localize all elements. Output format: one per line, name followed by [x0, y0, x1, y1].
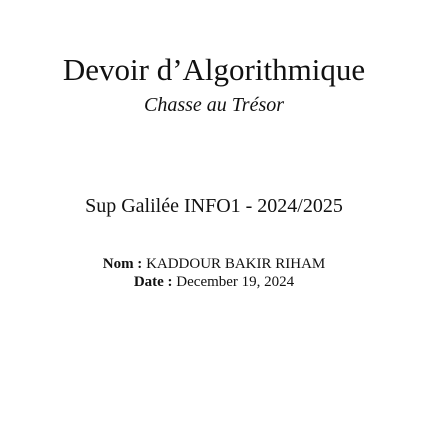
- document-page: Devoir d’Algorithmique Chasse au Trésor …: [0, 0, 428, 423]
- date-label: Date :: [133, 274, 173, 290]
- date-line: Date : December 19, 2024: [0, 273, 428, 291]
- author-name: KADDOUR BAKIR RIHAM: [146, 256, 326, 272]
- date-value: December 19, 2024: [176, 274, 295, 290]
- document-subtitle: Chasse au Trésor: [143, 94, 285, 116]
- course-line: Sup Galilée INFO1 - 2024/2025: [85, 195, 343, 217]
- author-line: Nom : KADDOUR BAKIR RIHAM: [0, 255, 428, 273]
- author-label: Nom :: [102, 256, 143, 272]
- document-title: Devoir d’Algorithmique: [62, 52, 366, 87]
